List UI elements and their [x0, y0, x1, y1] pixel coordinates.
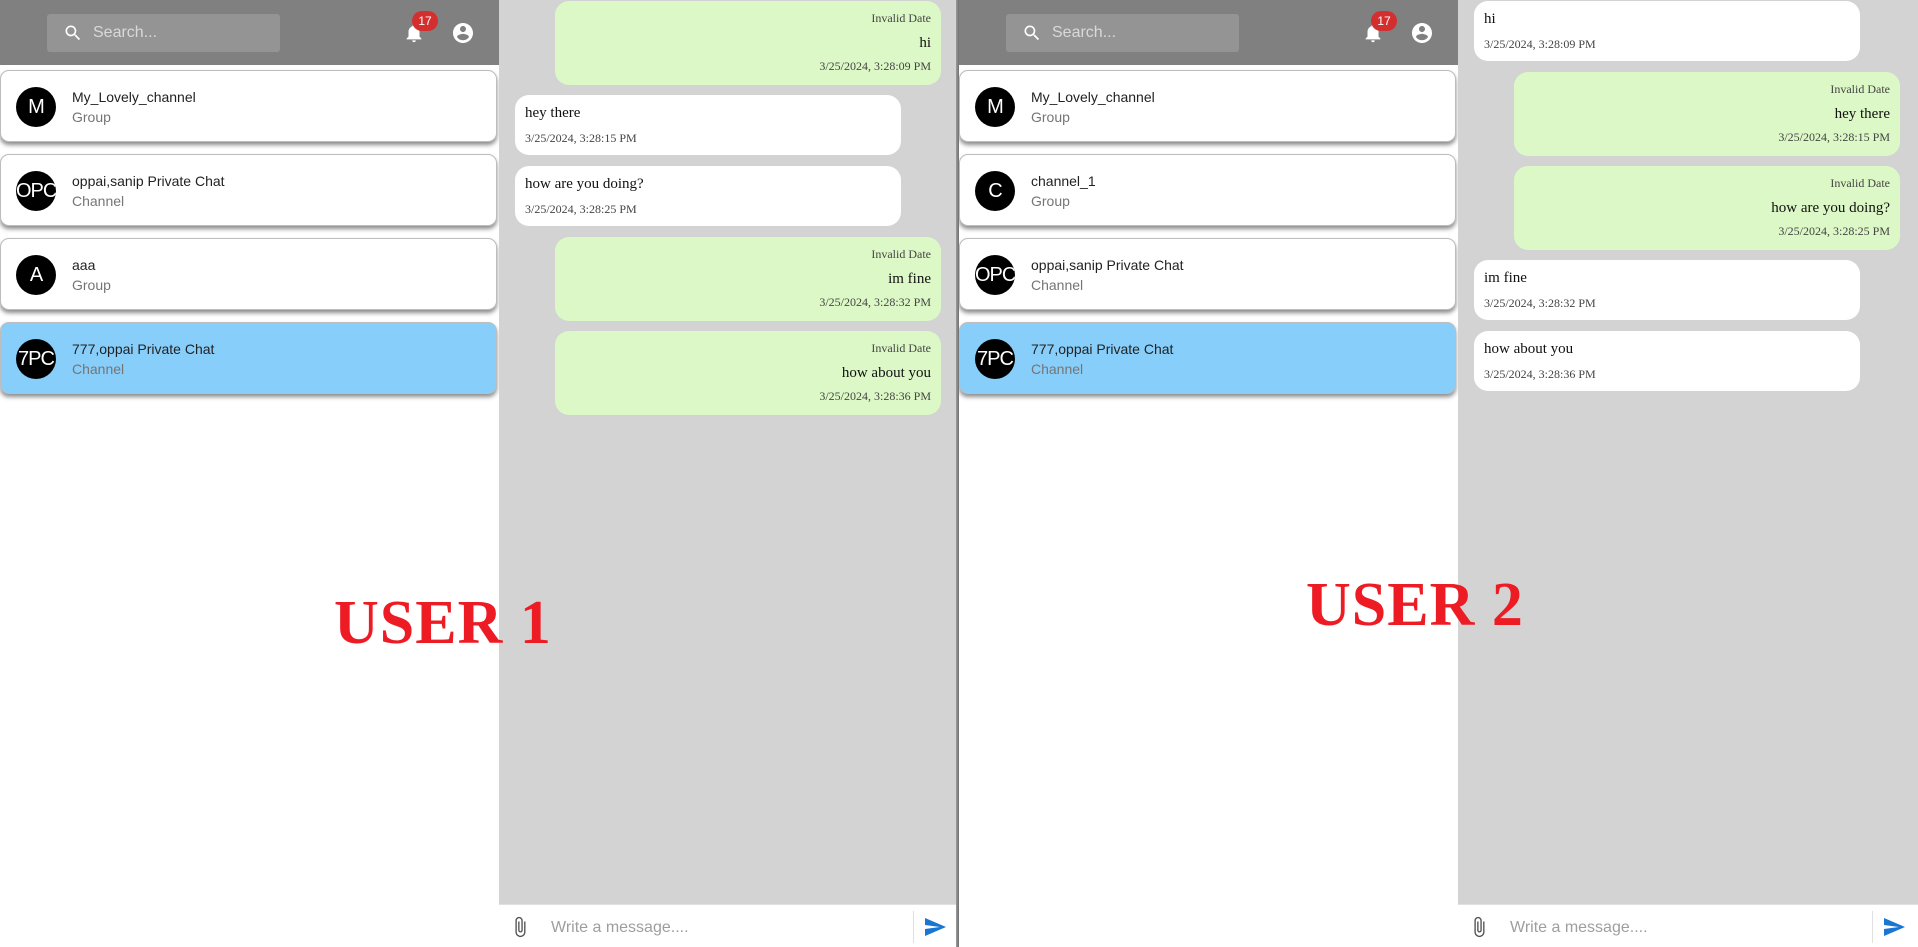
message-text: im fine: [888, 271, 931, 287]
message-composer: [499, 904, 956, 947]
message-list[interactable]: hi 3/25/2024, 3:28:09 PM Invalid Date he…: [1458, 0, 1918, 904]
message-time: 3/25/2024, 3:28:15 PM: [1778, 130, 1890, 144]
chat-item[interactable]: C channel_1 Group: [959, 154, 1456, 226]
chat-name: oppai,sanip Private Chat: [72, 173, 225, 189]
chat-type: Channel: [1031, 277, 1084, 293]
account-circle-icon[interactable]: [1410, 21, 1434, 45]
search-input[interactable]: [1052, 14, 1232, 52]
message-bubble-sent: Invalid Date im fine 3/25/2024, 3:28:32 …: [555, 237, 941, 321]
paperclip-icon[interactable]: [509, 915, 531, 939]
message-list[interactable]: Invalid Date hi 3/25/2024, 3:28:09 PM he…: [499, 0, 956, 904]
message-date: Invalid Date: [1830, 176, 1890, 190]
message-bubble-received: how about you 3/25/2024, 3:28:36 PM: [1474, 331, 1860, 391]
message-composer: [1458, 904, 1918, 947]
top-app-bar: 17: [0, 0, 499, 65]
message-bubble-sent: Invalid Date hi 3/25/2024, 3:28:09 PM: [555, 1, 941, 85]
message-date: Invalid Date: [871, 247, 931, 261]
message-time: 3/25/2024, 3:28:32 PM: [819, 295, 931, 309]
message-time: 3/25/2024, 3:28:32 PM: [1484, 296, 1596, 310]
avatar: 7PC: [16, 339, 56, 379]
chat-item[interactable]: M My_Lovely_channel Group: [959, 70, 1456, 142]
message-time: 3/25/2024, 3:28:15 PM: [525, 131, 637, 145]
search-box[interactable]: [47, 14, 280, 52]
composer-divider: [1872, 911, 1873, 943]
search-icon: [65, 25, 81, 41]
send-icon[interactable]: [1882, 915, 1906, 939]
search-input[interactable]: [93, 14, 273, 52]
avatar: OPC: [16, 171, 56, 211]
chat-type: Channel: [1031, 361, 1084, 377]
chat-name: aaa: [72, 257, 96, 273]
chat-name: oppai,sanip Private Chat: [1031, 257, 1184, 273]
chat-item[interactable]: M My_Lovely_channel Group: [0, 70, 497, 142]
sidebar: 17 M My_Lovely_channel Group C channel_1…: [959, 0, 1458, 947]
chat-item-active[interactable]: 7PC 777,oppai Private Chat Channel: [959, 322, 1456, 394]
user1-screen: 17 M My_Lovely_channel Group OPC oppai,s…: [0, 0, 959, 947]
chat-type: Group: [1031, 109, 1070, 125]
avatar: 7PC: [975, 339, 1015, 379]
message-input[interactable]: [549, 912, 903, 944]
chat-type: Group: [1031, 193, 1070, 209]
message-date: Invalid Date: [1830, 82, 1890, 96]
message-text: hey there: [525, 105, 581, 121]
message-text: im fine: [1484, 270, 1527, 286]
avatar: M: [16, 87, 56, 127]
message-input[interactable]: [1508, 912, 1862, 944]
chat-name: 777,oppai Private Chat: [1031, 341, 1174, 357]
avatar: A: [16, 255, 56, 295]
notification-badge: 17: [1371, 11, 1397, 31]
chat-type: Group: [72, 277, 111, 293]
chat-name: My_Lovely_channel: [1031, 89, 1155, 105]
notification-badge: 17: [412, 11, 438, 31]
message-time: 3/25/2024, 3:28:36 PM: [819, 389, 931, 403]
chat-name: 777,oppai Private Chat: [72, 341, 215, 357]
message-bubble-sent: Invalid Date how are you doing? 3/25/202…: [1514, 166, 1900, 250]
message-text: hey there: [1834, 106, 1890, 122]
composer-divider: [913, 911, 914, 943]
message-time: 3/25/2024, 3:28:36 PM: [1484, 367, 1596, 381]
avatar: M: [975, 87, 1015, 127]
user2-label: USER 2: [1306, 571, 1524, 639]
message-bubble-received: hey there 3/25/2024, 3:28:15 PM: [515, 95, 901, 155]
message-bubble-received: hi 3/25/2024, 3:28:09 PM: [1474, 1, 1860, 61]
chat-item[interactable]: OPC oppai,sanip Private Chat Channel: [959, 238, 1456, 310]
chat-name: My_Lovely_channel: [72, 89, 196, 105]
top-app-bar: 17: [959, 0, 1458, 65]
message-bubble-received: im fine 3/25/2024, 3:28:32 PM: [1474, 260, 1860, 320]
chat-type: Group: [72, 109, 111, 125]
message-bubble-received: how are you doing? 3/25/2024, 3:28:25 PM: [515, 166, 901, 226]
chat-name: channel_1: [1031, 173, 1096, 189]
chat-type: Channel: [72, 361, 125, 377]
avatar: C: [975, 171, 1015, 211]
search-icon: [1024, 25, 1040, 41]
paperclip-icon[interactable]: [1468, 915, 1490, 939]
chat-item-active[interactable]: 7PC 777,oppai Private Chat Channel: [0, 322, 497, 394]
message-time: 3/25/2024, 3:28:09 PM: [819, 59, 931, 73]
message-time: 3/25/2024, 3:28:09 PM: [1484, 37, 1596, 51]
message-time: 3/25/2024, 3:28:25 PM: [1778, 224, 1890, 238]
message-text: how about you: [1484, 341, 1574, 357]
message-text: how are you doing?: [1771, 200, 1890, 216]
chat-item[interactable]: A aaa Group: [0, 238, 497, 310]
message-time: 3/25/2024, 3:28:25 PM: [525, 202, 637, 216]
send-icon[interactable]: [923, 915, 947, 939]
message-date: Invalid Date: [871, 341, 931, 355]
sidebar: 17 M My_Lovely_channel Group OPC oppai,s…: [0, 0, 499, 947]
message-text: hi: [1484, 11, 1496, 27]
account-circle-icon[interactable]: [451, 21, 475, 45]
chat-item[interactable]: OPC oppai,sanip Private Chat Channel: [0, 154, 497, 226]
message-text: hi: [919, 35, 931, 51]
message-text: how about you: [841, 365, 931, 381]
message-bubble-sent: Invalid Date how about you 3/25/2024, 3:…: [555, 331, 941, 415]
message-bubble-sent: Invalid Date hey there 3/25/2024, 3:28:1…: [1514, 72, 1900, 156]
search-box[interactable]: [1006, 14, 1239, 52]
user2-screen: 17 M My_Lovely_channel Group C channel_1…: [959, 0, 1918, 947]
avatar: OPC: [975, 255, 1015, 295]
message-date: Invalid Date: [871, 11, 931, 25]
user1-label: USER 1: [334, 589, 552, 657]
chat-type: Channel: [72, 193, 125, 209]
message-text: how are you doing?: [525, 176, 644, 192]
